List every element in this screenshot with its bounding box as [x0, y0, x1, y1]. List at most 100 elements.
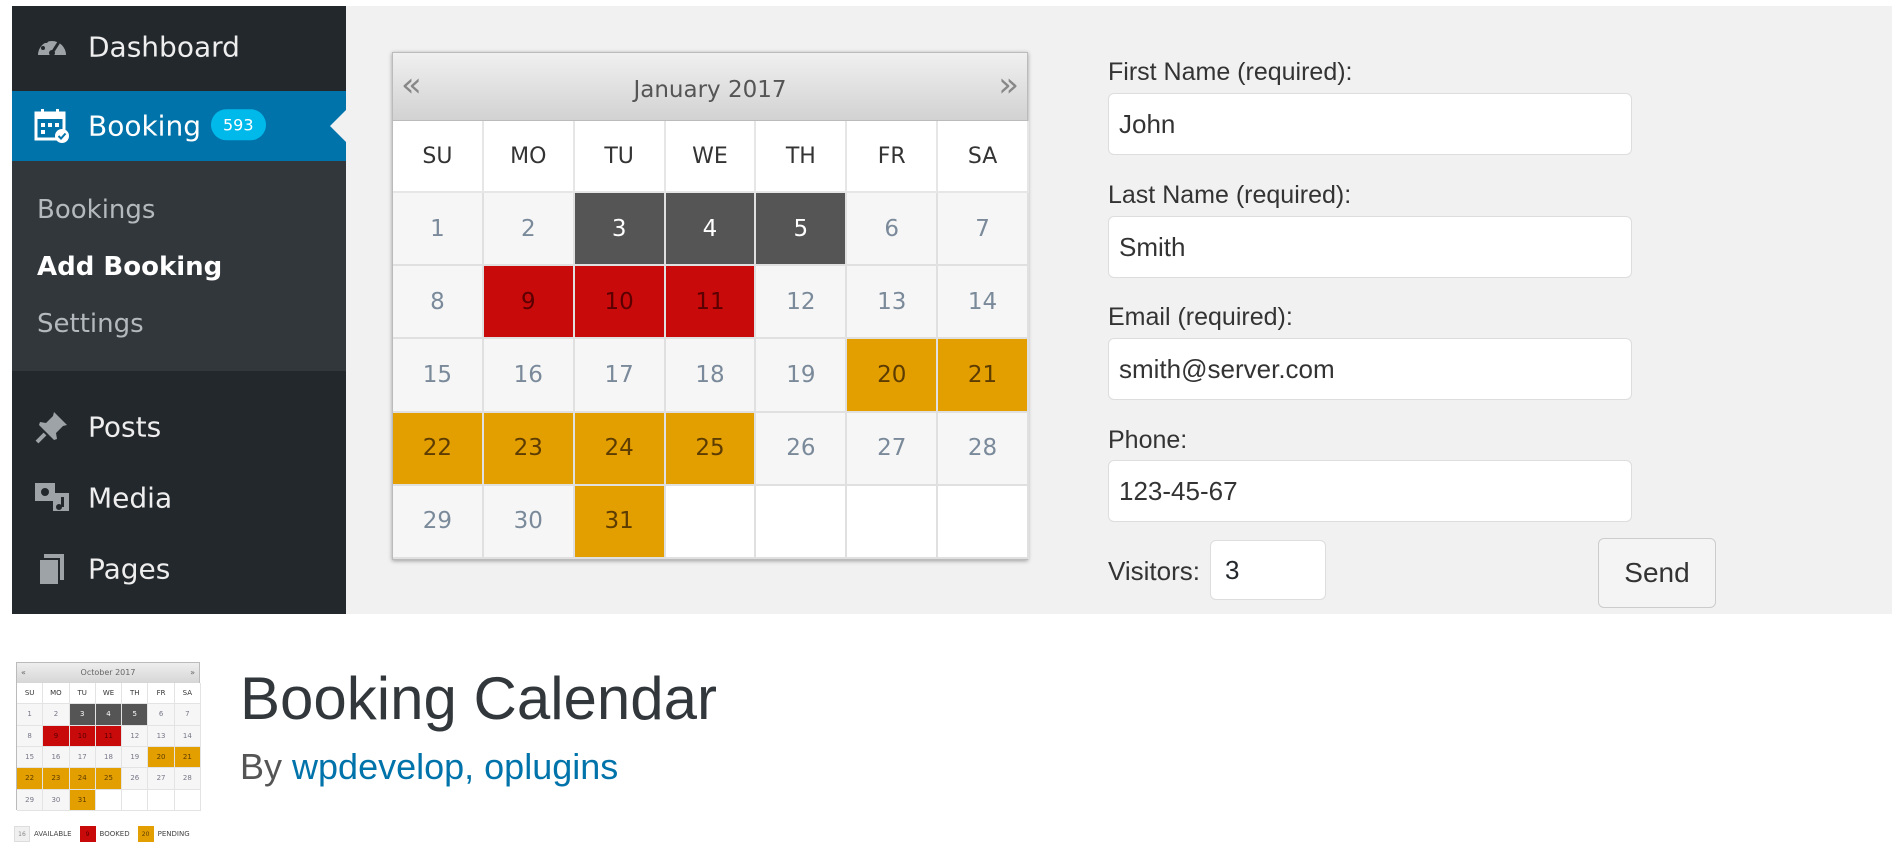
- thumbnail-day: 30: [43, 789, 70, 811]
- sidebar-item-label: Booking: [88, 109, 201, 143]
- calendar-day-28[interactable]: 28: [938, 412, 1029, 486]
- pushpin-icon: [32, 407, 72, 447]
- calendar-day-30[interactable]: 30: [483, 485, 575, 559]
- send-button[interactable]: Send: [1598, 538, 1716, 608]
- thumbnail-weekday: SA: [174, 683, 201, 705]
- thumbnail-day: 17: [69, 747, 96, 769]
- sidebar-item-label: Dashboard: [88, 30, 240, 64]
- last-name-field[interactable]: Smith: [1108, 216, 1632, 278]
- phone-field[interactable]: 123-45-67: [1108, 460, 1632, 522]
- thumbnail-day: [174, 789, 201, 811]
- legend-item-available: 16 AVAILABLE: [14, 826, 72, 842]
- calendar-day-23[interactable]: 23: [483, 412, 575, 486]
- byline-prefix: By: [240, 746, 283, 787]
- calendar-day-12[interactable]: 12: [756, 266, 848, 340]
- first-name-field[interactable]: John: [1108, 93, 1632, 155]
- next-month-button[interactable]: »: [998, 65, 1019, 105]
- calendar-day-6[interactable]: 6: [847, 193, 939, 267]
- visitors-select[interactable]: 3: [1210, 540, 1326, 600]
- dashboard-icon: [32, 27, 72, 67]
- thumbnail-day: 16: [43, 747, 70, 769]
- plugin-title: Booking Calendar: [240, 665, 717, 732]
- booking-calendar: « January 2017 » SU MO TU WE TH FR SA 1 2 3 4 5 6 7 8 9…: [392, 52, 1029, 560]
- thumbnail-day: 19: [122, 747, 149, 769]
- calendar-day-25[interactable]: 25: [665, 412, 757, 486]
- submenu-item-settings[interactable]: Settings: [37, 309, 144, 339]
- calendar-day-3: 3: [574, 193, 666, 267]
- calendar-day-16[interactable]: 16: [483, 339, 575, 413]
- calendar-day-29[interactable]: 29: [393, 485, 484, 559]
- calendar-day-4: 4: [665, 193, 757, 267]
- calendar-day-1[interactable]: 1: [393, 193, 484, 267]
- phone-label: Phone:: [1108, 426, 1188, 454]
- thumbnail-day: 31: [69, 789, 96, 811]
- admin-sidebar: Dashboard Booking 593 Bookings Add Bookin…: [12, 6, 346, 614]
- thumbnail-grid: SU MO TU WE TH FR SA 1 2 3 4 5 6 7 8 9 10 11 12 13 14 15 16 17 1…: [17, 683, 201, 811]
- calendar-day-empty: [847, 485, 939, 559]
- thumbnail-day: 26: [122, 768, 149, 790]
- thumbnail-weekday: SU: [17, 683, 44, 705]
- thumbnail-day: 12: [122, 725, 149, 747]
- sidebar-item-dashboard[interactable]: Dashboard: [12, 12, 346, 82]
- thumbnail-day: 28: [174, 768, 201, 790]
- thumbnail-calendar: « October 2017 » SU MO TU WE TH FR SA 1 2 3 4 5 6 7 8 9…: [16, 662, 201, 811]
- media-icon: [32, 478, 72, 518]
- thumbnail-day: 5: [122, 704, 149, 726]
- thumbnail-day: 27: [148, 768, 175, 790]
- thumbnail-legend: 16 AVAILABLE 9 BOOKED 20 PENDING: [14, 824, 204, 844]
- thumbnail-day: [148, 789, 175, 811]
- calendar-day-7[interactable]: 7: [938, 193, 1029, 267]
- sidebar-item-pages[interactable]: Pages: [12, 534, 346, 604]
- calendar-day-26[interactable]: 26: [756, 412, 848, 486]
- thumbnail-day: 22: [17, 768, 44, 790]
- submenu-item-add-booking[interactable]: Add Booking: [37, 252, 222, 282]
- weekday-header: SU: [393, 121, 484, 193]
- thumbnail-day: 13: [148, 725, 175, 747]
- weekday-header: WE: [665, 121, 757, 193]
- weekday-header: MO: [483, 121, 575, 193]
- calendar-day-8[interactable]: 8: [393, 266, 484, 340]
- calendar-day-22[interactable]: 22: [393, 412, 484, 486]
- thumbnail-weekday: TU: [69, 683, 96, 705]
- calendar-day-27[interactable]: 27: [847, 412, 939, 486]
- thumbnail-day: 21: [174, 747, 201, 769]
- plugin-thumbnail: « October 2017 » SU MO TU WE TH FR SA 1 2 3 4 5 6 7 8 9…: [14, 660, 204, 850]
- submenu-item-bookings[interactable]: Bookings: [37, 195, 155, 225]
- calendar-day-21[interactable]: 21: [938, 339, 1029, 413]
- thumbnail-day: 7: [174, 704, 201, 726]
- thumbnail-month-title: October 2017: [80, 668, 136, 677]
- calendar-day-15[interactable]: 15: [393, 339, 484, 413]
- calendar-day-31[interactable]: 31: [574, 485, 666, 559]
- pages-icon: [32, 549, 72, 589]
- plugin-authors-link[interactable]: wpdevelop, oplugins: [292, 746, 618, 787]
- thumbnail-weekday: WE: [95, 683, 123, 705]
- sidebar-item-media[interactable]: Media: [12, 463, 346, 533]
- calendar-day-18[interactable]: 18: [665, 339, 757, 413]
- thumbnail-day: 14: [174, 725, 201, 747]
- thumbnail-day: 24: [69, 768, 96, 790]
- calendar-day-24[interactable]: 24: [574, 412, 666, 486]
- plugin-byline: By wpdevelop, oplugins: [240, 746, 618, 788]
- sidebar-item-posts[interactable]: Posts: [12, 392, 346, 462]
- calendar-header: « January 2017 »: [393, 53, 1027, 121]
- first-name-label: First Name (required):: [1108, 58, 1353, 86]
- email-field[interactable]: smith@server.com: [1108, 338, 1632, 400]
- thumbnail-day: 23: [43, 768, 70, 790]
- calendar-day-13[interactable]: 13: [847, 266, 939, 340]
- calendar-day-17[interactable]: 17: [574, 339, 666, 413]
- calendar-day-5: 5: [756, 193, 848, 267]
- calendar-day-19[interactable]: 19: [756, 339, 848, 413]
- thumbnail-weekday: MO: [43, 683, 70, 705]
- weekday-header: SA: [938, 121, 1029, 193]
- sidebar-item-booking[interactable]: Booking 593: [12, 91, 346, 161]
- calendar-day-20[interactable]: 20: [847, 339, 939, 413]
- email-label: Email (required):: [1108, 303, 1293, 331]
- calendar-day-empty: [665, 485, 757, 559]
- weekday-header: TU: [574, 121, 666, 193]
- calendar-day-2[interactable]: 2: [483, 193, 575, 267]
- thumbnail-day: 10: [69, 725, 96, 747]
- legend-item-pending: 20 PENDING: [137, 826, 190, 842]
- thumbnail-day: 6: [148, 704, 175, 726]
- calendar-icon: [32, 106, 72, 146]
- calendar-day-14[interactable]: 14: [938, 266, 1029, 340]
